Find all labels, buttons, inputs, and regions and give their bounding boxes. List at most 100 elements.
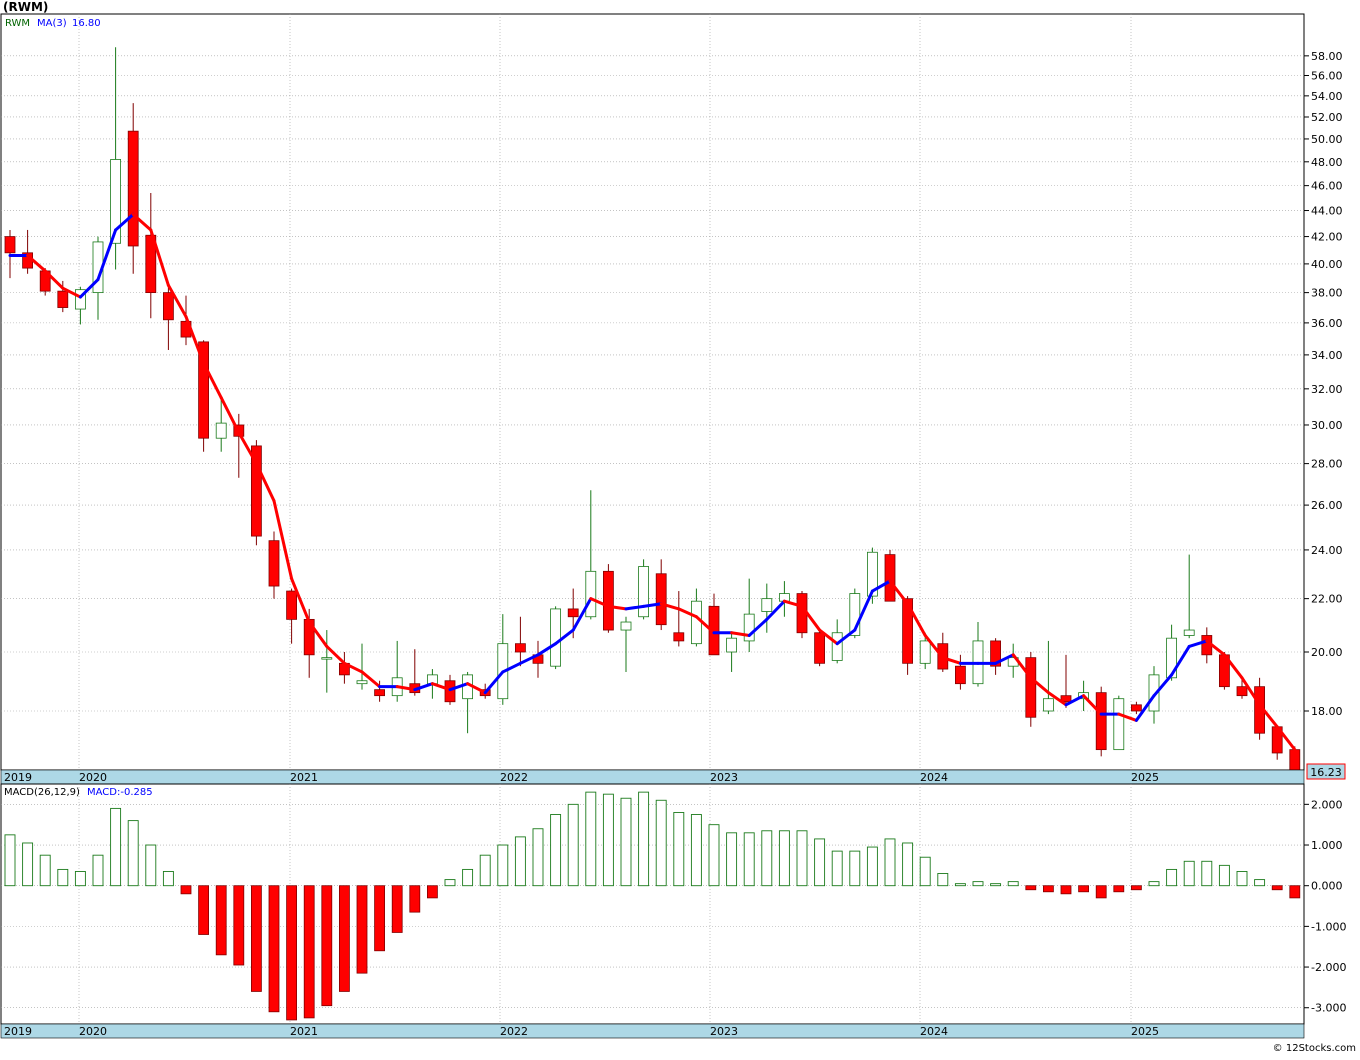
candle-down xyxy=(955,665,966,685)
candle-down xyxy=(444,680,456,703)
price-tick-label: 30.00 xyxy=(1311,419,1343,432)
chart-stage: 18.00 20.00 22.00 24.00 26.00 28.00 30.00 32.00… xyxy=(0,0,1360,1056)
macd-bar-positive xyxy=(814,838,826,887)
candle-up xyxy=(726,637,737,653)
candle-down xyxy=(1025,657,1037,718)
macd-year-label: 2020 xyxy=(79,1025,107,1038)
macd-bar-positive xyxy=(602,793,614,887)
macd-bar-negative xyxy=(268,885,280,1013)
macd-bar-negative xyxy=(303,885,315,1019)
macd-bar-positive xyxy=(550,814,562,887)
chart-svg: 18.00 20.00 22.00 24.00 26.00 28.00 30.00 32.00… xyxy=(0,0,1356,1054)
macd-bar-negative xyxy=(286,885,298,1021)
candle-down xyxy=(4,236,16,254)
candle-up xyxy=(1183,629,1195,636)
candle-down xyxy=(374,689,386,697)
macd-bar-negative xyxy=(233,885,245,966)
macd-bar-positive xyxy=(972,881,984,887)
macd-bar-negative xyxy=(409,885,421,913)
price-tick-label: 38.00 xyxy=(1311,287,1343,300)
macd-bar-negative xyxy=(1271,885,1283,891)
macd-bar-positive xyxy=(39,854,51,887)
macd-year-label: 2022 xyxy=(500,1025,528,1038)
macd-date-band xyxy=(0,1023,1305,1039)
price-year-label: 2019 xyxy=(4,771,32,784)
macd-bar-positive xyxy=(462,868,474,887)
price-tick-label: 58.00 xyxy=(1311,50,1343,63)
macd-bar-positive xyxy=(1218,864,1230,887)
macd-bar-positive xyxy=(1201,860,1213,887)
macd-tick-label: 0.000 xyxy=(1311,880,1343,893)
price-year-label: 2021 xyxy=(290,771,318,784)
price-panel xyxy=(0,13,1305,771)
macd-bar-positive xyxy=(127,820,139,887)
macd-bar-negative xyxy=(1060,885,1072,895)
price-year-label: 2023 xyxy=(710,771,738,784)
footer-credit: © 12Stocks.com xyxy=(1273,1043,1356,1054)
macd-bar-positive xyxy=(74,871,86,887)
macd-bar-positive xyxy=(954,883,966,887)
macd-legend-label: MACD(26,12,9) xyxy=(4,787,80,798)
macd-bar-positive xyxy=(761,830,773,887)
macd-bar-negative xyxy=(1025,885,1037,891)
macd-bar-negative xyxy=(250,885,262,992)
macd-bar-positive xyxy=(1236,871,1248,887)
macd-bar-positive xyxy=(655,799,667,887)
legend-ticker: RWM xyxy=(5,18,30,29)
price-date-band xyxy=(0,769,1305,785)
price-tick-label: 48.00 xyxy=(1311,156,1343,169)
macd-bar-positive xyxy=(778,830,790,887)
candle-down xyxy=(884,554,896,602)
macd-year-label: 2025 xyxy=(1131,1025,1159,1038)
macd-year-label: 2023 xyxy=(710,1025,738,1038)
macd-bar-positive xyxy=(638,791,650,887)
price-tick-label: 42.00 xyxy=(1311,231,1343,244)
candle-down xyxy=(673,632,685,642)
macd-legend-value: MACD:-0.285 xyxy=(87,787,153,798)
candle-down xyxy=(162,292,174,321)
price-tick-label: 54.00 xyxy=(1311,90,1343,103)
macd-bar-positive xyxy=(866,846,878,887)
macd-bar-positive xyxy=(479,854,491,887)
price-tick-label: 32.00 xyxy=(1311,383,1343,396)
candle-down xyxy=(127,130,139,247)
candle-down xyxy=(286,590,298,620)
macd-bar-positive xyxy=(4,834,16,887)
candle-up xyxy=(638,566,649,618)
candle-down xyxy=(655,573,667,626)
macd-bar-positive xyxy=(990,883,1002,887)
candle-up xyxy=(691,600,702,645)
macd-bar-positive xyxy=(919,856,931,887)
macd-bar-positive xyxy=(532,828,544,887)
candle-up xyxy=(761,598,773,612)
candle-up xyxy=(1113,698,1125,751)
macd-bar-positive xyxy=(497,844,509,887)
candle-down xyxy=(1131,704,1142,712)
price-tick-label: 36.00 xyxy=(1311,317,1343,330)
macd-bar-positive xyxy=(937,873,949,887)
price-year-label: 2020 xyxy=(79,771,107,784)
price-tick-label: 24.00 xyxy=(1311,544,1343,557)
macd-bar-positive xyxy=(743,832,755,887)
macd-bar-negative xyxy=(356,885,368,974)
last-price-label: 16.23 xyxy=(1310,766,1342,779)
macd-year-label: 2024 xyxy=(920,1025,948,1038)
macd-bar-negative xyxy=(321,885,333,1007)
macd-bar-positive xyxy=(620,797,632,887)
macd-bar-positive xyxy=(831,850,843,887)
candle-up xyxy=(321,657,333,660)
candle-down xyxy=(1289,749,1301,771)
macd-bar-positive xyxy=(92,854,104,887)
price-tick-label: 40.00 xyxy=(1311,258,1343,271)
macd-bar-negative xyxy=(1095,885,1107,899)
macd-bar-positive xyxy=(1166,868,1178,887)
price-year-label: 2022 xyxy=(500,771,528,784)
macd-bar-negative xyxy=(338,885,350,992)
macd-tick-label: -1.000 xyxy=(1311,920,1346,933)
macd-bar-negative xyxy=(180,885,192,895)
candle-down xyxy=(1095,692,1107,751)
macd-bar-positive xyxy=(57,868,69,887)
price-tick-label: 52.00 xyxy=(1311,111,1343,124)
macd-tick-label: -2.000 xyxy=(1311,961,1346,974)
price-tick-label: 18.00 xyxy=(1311,705,1343,718)
